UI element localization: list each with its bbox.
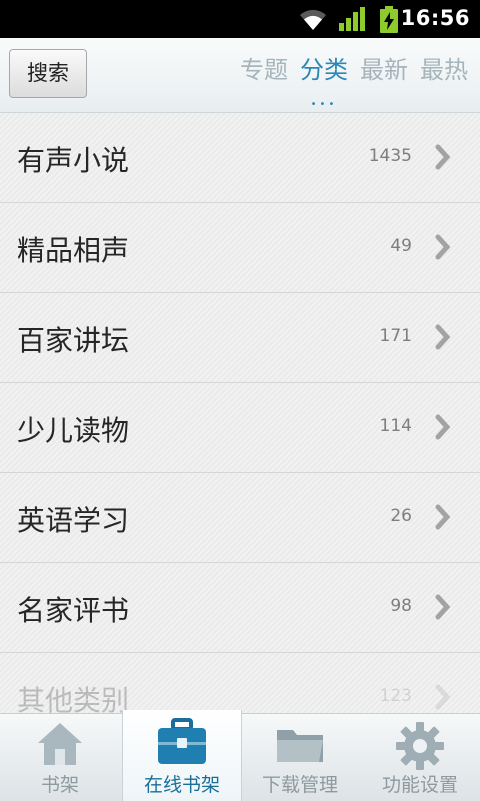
category-count: 26 [390, 506, 412, 526]
battery-charging-icon [378, 6, 400, 38]
tab-categories[interactable]: 分类 ••• [300, 52, 348, 110]
category-label: 其他类别 [17, 684, 130, 713]
wifi-icon [297, 6, 329, 36]
chevron-right-icon [435, 504, 451, 530]
category-list: 有声小说 1435 精品相声 49 百家讲坛 171 少儿读物 114 英语学习… [0, 113, 480, 713]
category-label: 精品相声 [17, 234, 130, 267]
category-label: 名家评书 [17, 594, 130, 627]
status-bar: 16:56 [0, 0, 480, 38]
category-count: 123 [379, 686, 412, 706]
nav-label: 书架 [40, 774, 79, 796]
category-label: 有声小说 [17, 144, 130, 177]
category-count: 114 [379, 416, 412, 436]
nav-label: 功能设置 [381, 774, 458, 796]
clock: 16:56 [400, 6, 470, 30]
chevron-right-icon [435, 324, 451, 350]
list-item[interactable]: 其他类别 123 [0, 653, 480, 713]
tab-newest[interactable]: 最新 [360, 52, 408, 88]
search-button[interactable]: 搜索 [9, 49, 87, 98]
chevron-right-icon [435, 594, 451, 620]
list-item[interactable]: 有声小说 1435 [0, 113, 480, 203]
bottom-nav: 书架 在线书架 下载管理 功能设置 [0, 710, 480, 801]
tab-topics[interactable]: 专题 [240, 52, 288, 88]
chevron-right-icon [435, 684, 451, 710]
category-count: 171 [379, 326, 412, 346]
chevron-right-icon [435, 144, 451, 170]
category-count: 49 [390, 236, 412, 256]
category-count: 1435 [368, 146, 412, 166]
tab-hottest[interactable]: 最热 [420, 52, 468, 88]
nav-downloads[interactable]: 下载管理 [240, 714, 360, 801]
nav-label: 下载管理 [261, 774, 338, 796]
category-tabs: 专题 分类 ••• 最新 最热 [228, 52, 468, 110]
nav-label: 在线书架 [143, 774, 220, 796]
nav-bookshelf[interactable]: 书架 [0, 714, 120, 801]
list-item[interactable]: 百家讲坛 171 [0, 293, 480, 383]
tab-categories-label: 分类 [300, 56, 348, 84]
category-label: 少儿读物 [17, 414, 130, 447]
folder-icon [277, 730, 323, 762]
nav-settings[interactable]: 功能设置 [360, 714, 480, 801]
gear-icon [396, 722, 444, 770]
category-count: 98 [390, 596, 412, 616]
list-item[interactable]: 精品相声 49 [0, 203, 480, 293]
list-item[interactable]: 少儿读物 114 [0, 383, 480, 473]
category-label: 百家讲坛 [17, 324, 130, 357]
category-label: 英语学习 [17, 504, 130, 537]
list-item[interactable]: 英语学习 26 [0, 473, 480, 563]
list-item[interactable]: 名家评书 98 [0, 563, 480, 653]
signal-icon [338, 6, 366, 36]
chevron-right-icon [435, 414, 451, 440]
nav-online-bookshelf[interactable]: 在线书架 [122, 710, 242, 801]
home-icon [38, 723, 82, 765]
briefcase-icon [158, 718, 206, 764]
header: 搜索 专题 分类 ••• 最新 最热 [0, 38, 480, 113]
chevron-right-icon [435, 234, 451, 260]
